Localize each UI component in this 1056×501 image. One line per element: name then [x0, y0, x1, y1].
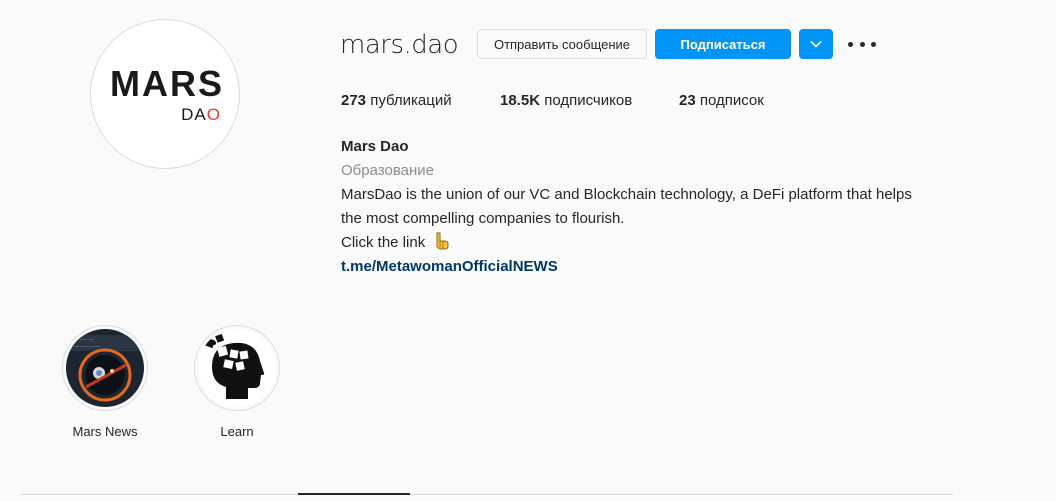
bio-description-line-2: the most compelling companies to flouris… — [341, 210, 625, 227]
svg-text:·············: ············· — [74, 344, 100, 350]
bio-description-line-1: MarsDao is the union of our VC and Block… — [341, 186, 912, 203]
head-puzzle-icon — [204, 333, 265, 399]
bio-external-link[interactable]: t.me/MetawomanOfficialNEWS — [341, 258, 558, 275]
logo-dao-text: DAO — [181, 106, 221, 123]
highlight-learn[interactable]: Learn — [192, 325, 282, 439]
posts-stat: 273 публикаций — [341, 92, 452, 109]
more-options-button[interactable] — [848, 36, 876, 52]
following-stat[interactable]: 23 подписок — [679, 92, 764, 109]
bio-cta-text: Click the link — [341, 234, 426, 251]
suggested-dropdown-button[interactable] — [799, 29, 833, 59]
highlight-ring: ······· ············· — [62, 325, 148, 411]
logo-dao-accent: O — [206, 104, 221, 124]
logo-dao-prefix: DA — [181, 104, 207, 124]
profile-bio: Mars Dao Образование MarsDao is the unio… — [341, 135, 981, 279]
profile-category: Образование — [341, 162, 434, 179]
followers-stat[interactable]: 18.5K подписчиков — [500, 92, 632, 109]
more-dot-icon — [859, 41, 865, 47]
tabs-divider — [20, 494, 953, 495]
active-tab-indicator — [298, 493, 410, 495]
more-dot-icon — [871, 41, 876, 47]
followers-label: подписчиков — [544, 92, 633, 109]
mars-news-cover: ······· ············· — [66, 329, 144, 407]
more-dot-icon — [848, 41, 853, 47]
highlight-mars-news[interactable]: ······· ············· Mars News — [60, 325, 150, 439]
follow-button[interactable]: Подписаться — [655, 29, 791, 59]
posts-count: 273 — [341, 92, 367, 109]
profile-username: mars.dao — [340, 30, 459, 60]
profile-page: MARS DAO mars.dao Отправить сообщение По… — [0, 0, 1056, 501]
svg-text:·······: ······· — [80, 337, 94, 343]
profile-avatar[interactable]: MARS DAO — [90, 19, 240, 169]
followers-count: 18.5K — [500, 92, 541, 109]
highlight-label: Learn — [220, 424, 254, 439]
send-message-button[interactable]: Отправить сообщение — [477, 29, 647, 59]
mars-news-cover-icon: ······· ············· — [66, 329, 144, 407]
logo-mars-text: MARS — [110, 62, 224, 104]
pointing-down-hand-icon — [436, 232, 449, 250]
bio-cta-line: Click the link — [341, 231, 981, 255]
following-label: подписок — [699, 92, 764, 109]
following-count: 23 — [679, 92, 696, 109]
head-puzzle-cover — [198, 329, 276, 407]
highlight-ring — [194, 325, 280, 411]
highlight-label: Mars News — [72, 424, 138, 439]
profile-full-name: Mars Dao — [341, 138, 409, 155]
chevron-down-icon — [810, 40, 822, 48]
posts-label: публикаций — [370, 92, 452, 109]
